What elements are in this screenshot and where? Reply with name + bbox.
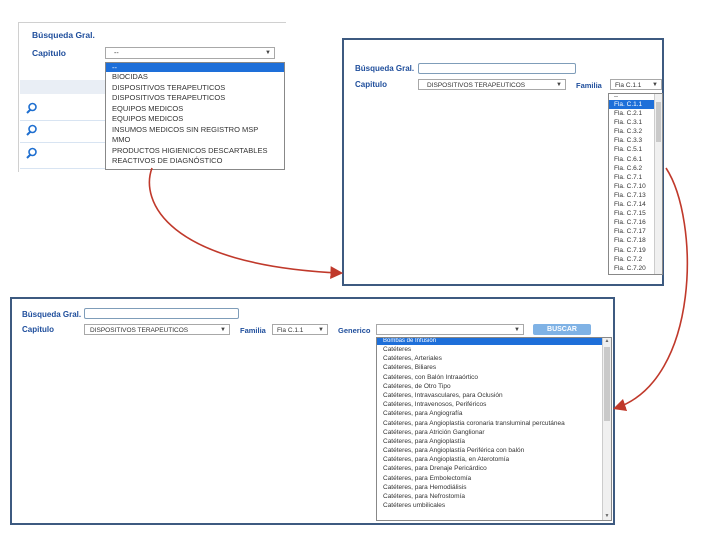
arrow-to-screen3	[612, 167, 689, 412]
arrow-to-screen2	[148, 167, 344, 279]
flow-arrows	[148, 167, 689, 412]
